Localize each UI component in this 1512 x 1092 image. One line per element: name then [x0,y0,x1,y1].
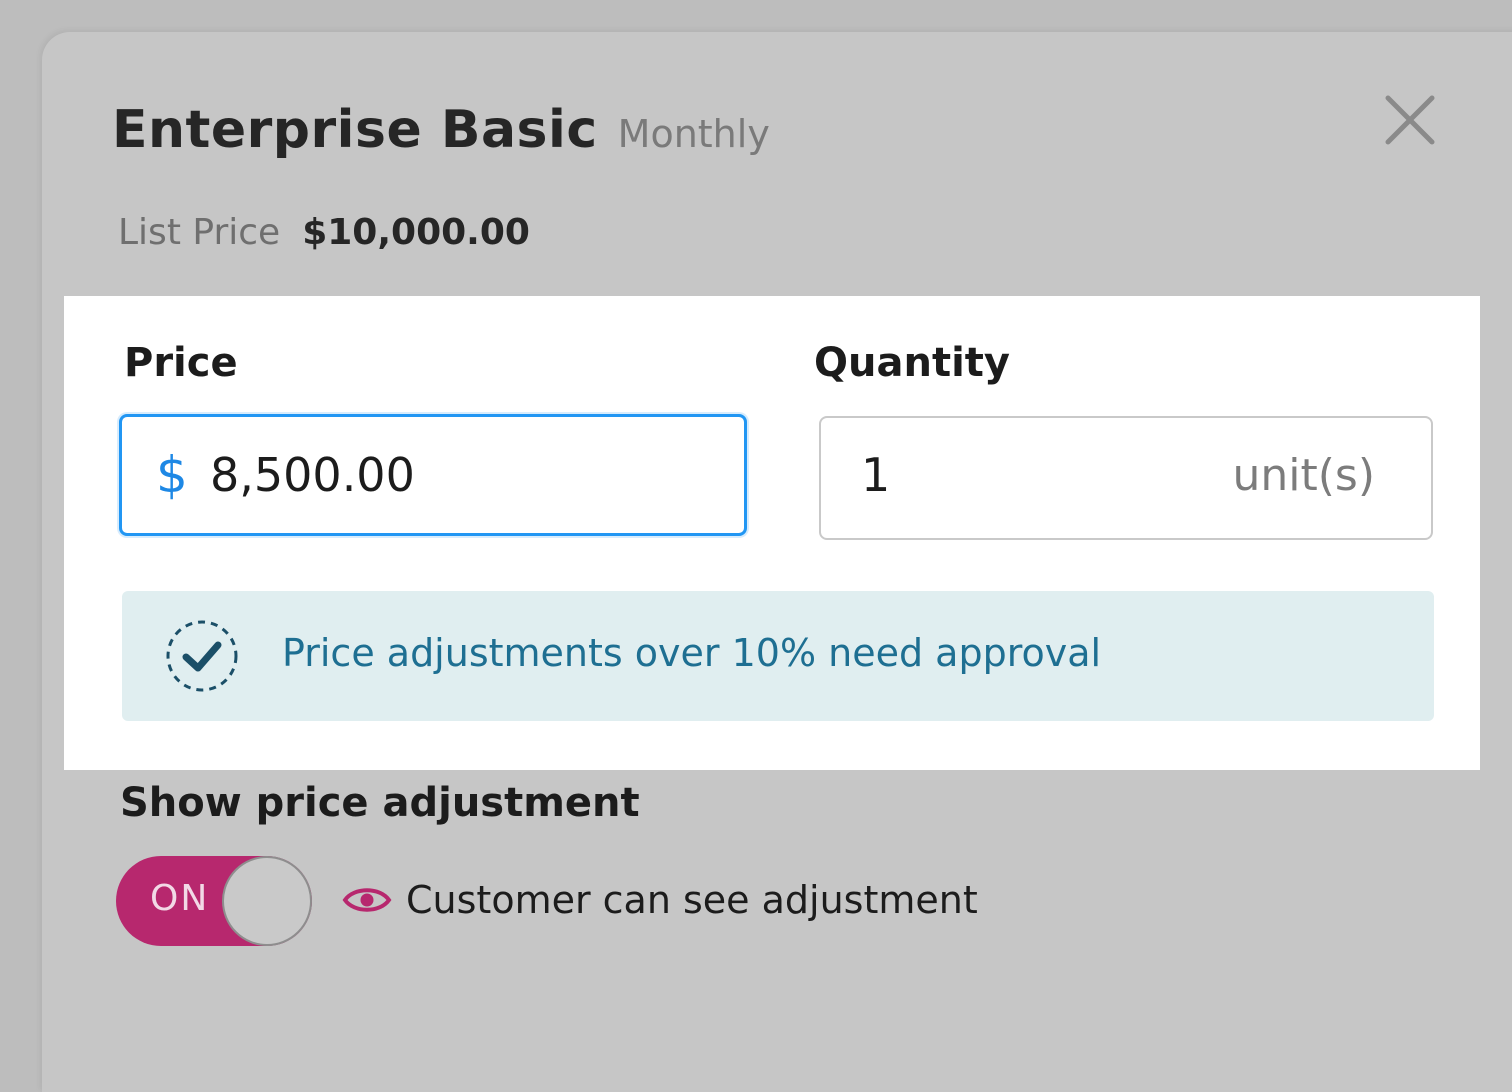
visibility-text: Customer can see adjustment [406,878,978,922]
quantity-input[interactable]: 1 unit(s) [819,416,1433,540]
list-price-label: List Price [118,212,281,253]
price-value[interactable]: 8,500.00 [210,448,415,502]
toggle-state-label: ON [150,878,210,919]
quantity-value[interactable]: 1 [861,448,890,502]
close-icon [1385,95,1435,145]
visibility-indicator: Customer can see adjustment [342,878,978,922]
billing-period: Monthly [617,112,770,156]
close-button[interactable] [1382,92,1438,148]
approval-notice: Price adjustments over 10% need approval [122,591,1434,721]
dollar-icon: $ [156,446,188,504]
show-price-adjustment-heading: Show price adjustment [120,780,640,826]
list-price-row: List Price $10,000.00 [118,212,530,253]
product-name: Enterprise Basic [112,100,598,160]
modal-title: Enterprise Basic Monthly [112,100,770,160]
quantity-unit: unit(s) [1232,450,1375,501]
toggle-knob[interactable] [222,856,312,946]
list-price-value: $10,000.00 [302,212,530,253]
check-circle-icon [166,620,238,692]
quantity-label: Quantity [814,340,1010,386]
price-quantity-panel: Price Quantity $ 8,500.00 1 unit(s) Pric… [64,296,1480,770]
price-adjustment-toggle[interactable]: ON [116,856,312,946]
approval-notice-text: Price adjustments over 10% need approval [282,631,1102,675]
price-label: Price [124,340,238,386]
price-input[interactable]: $ 8,500.00 [119,414,747,536]
eye-icon [342,888,392,912]
